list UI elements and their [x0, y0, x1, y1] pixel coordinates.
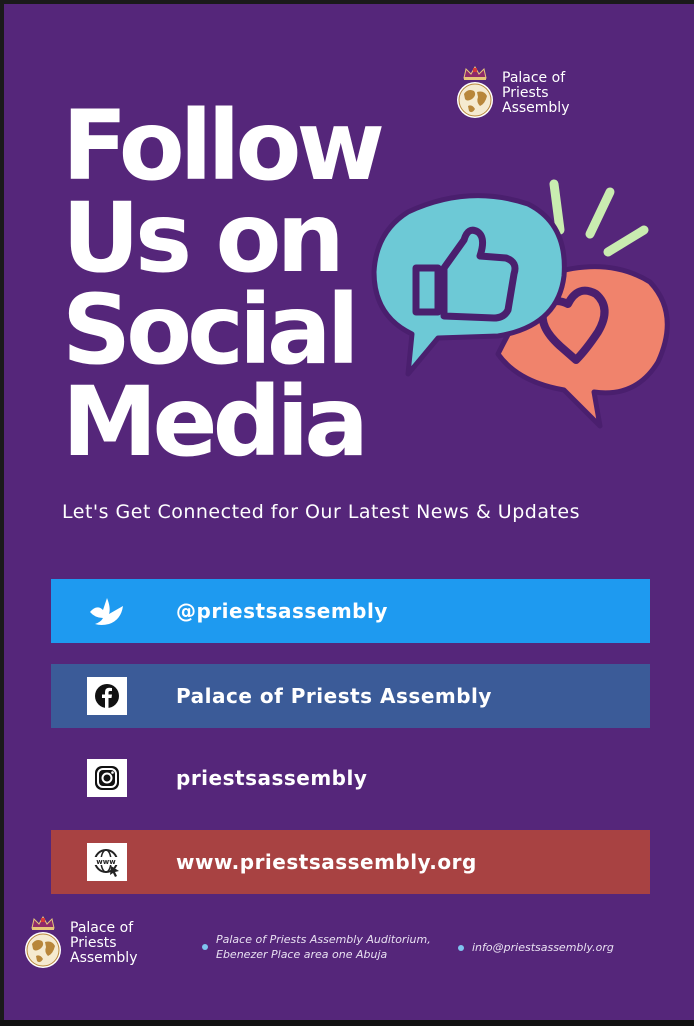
brand-name-line3: Assembly [70, 949, 138, 966]
social-row-website[interactable]: www www.priestsassembly.org [51, 830, 650, 894]
brand-name-line1: Palace of [502, 69, 566, 86]
brand-name-line2: Priests [70, 934, 117, 951]
contact-address: Palace of Priests Assembly Auditorium, E… [202, 932, 452, 962]
social-row-twitter[interactable]: @priestsassembly [51, 579, 650, 643]
address-line2: Ebenezer Place area one Abuja [216, 948, 388, 961]
social-row-instagram[interactable]: priestsassembly [51, 746, 650, 810]
tagline: Let's Get Connected for Our Latest News … [62, 501, 581, 523]
svg-text:www: www [96, 858, 116, 866]
email-address[interactable]: info@priestsassembly.org [458, 940, 658, 955]
headline-line1: Follow [62, 90, 385, 202]
brand-name: Palace of Priests Assembly [502, 69, 598, 116]
accent-line-2 [585, 187, 615, 239]
email-bullet-icon [458, 945, 464, 951]
instagram-handle[interactable]: priestsassembly [176, 746, 367, 810]
headline-line4: Media [62, 366, 369, 478]
brand-name-line1: Palace of [70, 919, 134, 936]
bird-icon [87, 592, 127, 630]
brand-logo-bottom: Palace of Priests Assembly [20, 914, 166, 972]
brand-name: Palace of Priests Assembly [70, 919, 166, 966]
accent-line-1 [549, 179, 565, 235]
headline-line2: Us on [62, 182, 345, 294]
brand-name-line2: Priests [502, 84, 549, 101]
headline: Follow Us on Social Media [62, 90, 385, 478]
twitter-handle[interactable]: @priestsassembly [176, 579, 388, 643]
www-globe-icon: www [87, 843, 127, 881]
globe-crown-logo-icon [457, 65, 493, 118]
globe-crown-logo-icon [25, 915, 61, 968]
accent-line-3 [603, 225, 649, 257]
facebook-page-name[interactable]: Palace of Priests Assembly [176, 664, 492, 728]
instagram-icon [87, 759, 127, 797]
poster: Palace of Priests Assembly Follow Us on … [0, 0, 694, 1020]
contact-email[interactable]: info@priestsassembly.org [458, 940, 658, 955]
address-line1: Palace of Priests Assembly Auditorium, [216, 933, 431, 946]
facebook-icon [87, 677, 127, 715]
website-url[interactable]: www.priestsassembly.org [176, 830, 477, 894]
social-row-facebook[interactable]: Palace of Priests Assembly [51, 664, 650, 728]
brand-logo-top: Palace of Priests Assembly [452, 64, 598, 122]
brand-name-line3: Assembly [502, 99, 570, 116]
address-bullet-icon [202, 944, 208, 950]
speech-bubbles-illustration [371, 179, 670, 429]
headline-line3: Social [62, 274, 360, 386]
